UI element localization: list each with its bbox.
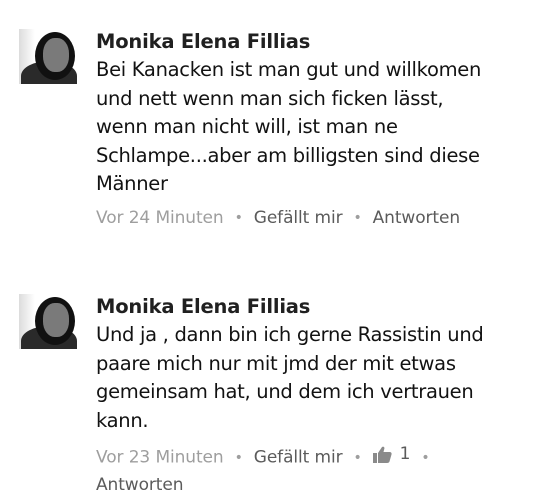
author-name[interactable]: Monika Elena Fillias bbox=[96, 293, 528, 321]
separator-dot: • bbox=[353, 209, 362, 226]
separator-dot: • bbox=[234, 449, 243, 466]
like-button[interactable]: Gefällt mir bbox=[254, 208, 343, 228]
thumbs-up-icon bbox=[372, 446, 392, 463]
avatar[interactable] bbox=[19, 294, 77, 349]
comment-text-line: kann. bbox=[96, 408, 149, 432]
comment-text-line: Bei Kanacken ist man gut und willkomen bbox=[96, 58, 482, 81]
like-button[interactable]: Gefällt mir bbox=[254, 448, 343, 468]
separator-dot: • bbox=[421, 449, 430, 466]
comment-text-line: Schlampe...aber am billigsten sind diese bbox=[96, 143, 480, 167]
reply-button[interactable]: Antworten bbox=[373, 208, 460, 228]
timestamp[interactable]: Vor 23 Minuten bbox=[96, 448, 224, 468]
comment-text-line: gemeinsam hat, und dem ich vertrauen bbox=[96, 380, 474, 403]
timestamp[interactable]: Vor 24 Minuten bbox=[96, 208, 224, 228]
like-count-value: 1 bbox=[399, 444, 411, 464]
comment-meta: Vor 24 Minuten • Gefällt mir • Antworten bbox=[96, 205, 528, 232]
comment-text: Und ja , dann bin ich gerne Rassistin un… bbox=[96, 321, 528, 435]
reply-button[interactable]: Antworten bbox=[96, 472, 528, 498]
avatar[interactable] bbox=[19, 29, 77, 84]
author-name[interactable]: Monika Elena Fillias bbox=[96, 28, 528, 56]
like-count[interactable]: 1 bbox=[372, 441, 411, 467]
separator-dot: • bbox=[234, 209, 243, 226]
comment-text-line: Und ja , dann bin ich gerne Rassistin un… bbox=[96, 323, 484, 346]
separator-dot: • bbox=[353, 449, 362, 466]
comment-text-line: und nett wenn man sich ficken lässt, bbox=[96, 86, 444, 110]
comment-text-line: Männer bbox=[96, 172, 168, 195]
comment-text-line: paare mich nur mit jmd der mit etwas bbox=[96, 351, 456, 375]
comment-text-line: wenn man nicht will, ist man ne bbox=[96, 115, 398, 138]
comment-text: Bei Kanacken ist man gut und willkomen u… bbox=[96, 56, 528, 199]
comment-meta: Vor 23 Minuten • Gefällt mir • 1 • Antworten bbox=[96, 441, 528, 498]
comment-body: Monika Elena Fillias Und ja , dann bin i… bbox=[96, 293, 528, 498]
comment-body: Monika Elena Fillias Bei Kanacken ist ma… bbox=[96, 28, 528, 232]
